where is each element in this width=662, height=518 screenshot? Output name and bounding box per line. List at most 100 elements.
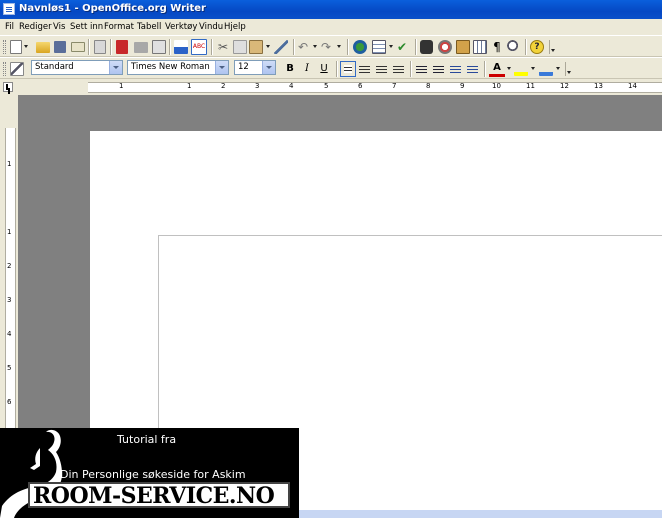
hyperlink-icon[interactable]: [353, 40, 367, 54]
ruler-number: 1: [7, 160, 12, 168]
horizontal-scrollbar[interactable]: [299, 510, 662, 518]
align-right-icon[interactable]: [376, 64, 387, 74]
title-bar[interactable]: Navnløs1 - OpenOffice.org Writer: [0, 0, 662, 19]
new-dropdown-arrow[interactable]: [24, 45, 28, 48]
menu-hjelp[interactable]: Hjelp: [224, 22, 246, 32]
font-color-dropdown-arrow[interactable]: [507, 67, 511, 70]
menu-fil[interactable]: Fil: [5, 22, 14, 32]
styles-formatting-icon[interactable]: [10, 62, 24, 76]
new-document-icon[interactable]: [10, 40, 22, 54]
table-icon[interactable]: [372, 40, 386, 54]
save-icon[interactable]: [54, 41, 66, 53]
toolbar-separator: [525, 39, 527, 55]
toolbar-separator: [336, 61, 338, 77]
align-left-button[interactable]: [340, 61, 356, 77]
paste-dropdown-arrow[interactable]: [266, 45, 270, 48]
open-icon[interactable]: [36, 42, 50, 53]
ruler-number: 7: [392, 82, 397, 90]
ruler-number: 1: [7, 228, 12, 236]
ruler-number: 4: [7, 330, 12, 338]
table-dropdown-arrow[interactable]: [389, 45, 393, 48]
toolbar-separator: [211, 39, 213, 55]
toolbar-separator: [410, 61, 412, 77]
ruler-number: 8: [426, 82, 431, 90]
menu-sett-inn[interactable]: Sett inn: [70, 22, 103, 32]
standard-toolbar: ABC ✂ ↶ ↷ ✔ ¶ ?: [0, 35, 662, 57]
undo-icon[interactable]: ↶: [298, 40, 312, 54]
redo-dropdown-arrow[interactable]: [337, 45, 341, 48]
window-title: Navnløs1 - OpenOffice.org Writer: [19, 3, 206, 14]
ruler-number: 4: [289, 82, 294, 90]
ruler-number: 3: [255, 82, 260, 90]
paragraph-style-combo[interactable]: Standard: [31, 60, 123, 75]
nonprinting-characters-icon[interactable]: ¶: [490, 40, 504, 54]
justify-icon[interactable]: [393, 64, 404, 74]
toolbar-separator: [293, 39, 295, 55]
help-icon[interactable]: ?: [530, 40, 544, 54]
italic-button[interactable]: I: [299, 61, 315, 77]
highlight-dropdown-arrow[interactable]: [531, 67, 535, 70]
toolbar-grip[interactable]: [3, 62, 6, 76]
font-name-combo[interactable]: Times New Roman: [127, 60, 229, 75]
brand-name: ROOM-SERVICE.NO: [33, 483, 275, 509]
find-replace-icon[interactable]: [420, 40, 433, 54]
menu-tabell[interactable]: Tabell: [137, 22, 161, 32]
align-center-icon[interactable]: [359, 64, 370, 74]
ruler-number: 14: [628, 82, 637, 90]
bold-button[interactable]: B: [282, 61, 298, 77]
menu-verktoy[interactable]: Verktøy: [165, 22, 197, 32]
bullets-icon[interactable]: [433, 64, 444, 74]
numbering-icon[interactable]: [416, 64, 427, 74]
formatting-toolbar: Standard Times New Roman 12 B I U A: [0, 57, 662, 79]
banner-tagline: Din Personlige søkeside for Askim: [60, 468, 246, 481]
toolbar-separator: [169, 39, 171, 55]
ruler-number: 2: [7, 262, 12, 270]
ruler-number: 5: [7, 364, 12, 372]
undo-dropdown-arrow[interactable]: [313, 45, 317, 48]
print-preview-icon[interactable]: [152, 40, 166, 54]
gallery-icon[interactable]: [456, 40, 470, 54]
menu-vindu[interactable]: Vindu: [199, 22, 223, 32]
zoom-icon[interactable]: [507, 40, 521, 54]
menu-rediger[interactable]: Rediger: [19, 22, 52, 32]
font-size-value: 12: [238, 62, 249, 72]
export-pdf-icon[interactable]: [116, 40, 128, 54]
navigator-icon[interactable]: [438, 40, 452, 54]
data-sources-icon[interactable]: [473, 40, 487, 54]
decrease-indent-icon[interactable]: [450, 64, 461, 74]
format-paintbrush-icon[interactable]: [274, 40, 288, 54]
font-color-icon[interactable]: A: [489, 61, 505, 77]
chevron-down-icon[interactable]: [109, 61, 122, 74]
ruler-number: 6: [7, 398, 12, 406]
cut-icon[interactable]: ✂: [216, 40, 230, 54]
toolbar-overflow-button[interactable]: [565, 62, 571, 76]
background-color-icon[interactable]: [539, 62, 553, 76]
chevron-down-icon[interactable]: [215, 61, 228, 74]
underline-button[interactable]: U: [316, 61, 332, 77]
tab-stop-selector[interactable]: [3, 82, 13, 92]
edit-file-icon[interactable]: [94, 40, 106, 54]
toolbar-separator: [347, 39, 349, 55]
toolbar-overflow-button[interactable]: [549, 40, 555, 54]
menu-vis[interactable]: Vis: [53, 22, 65, 32]
ruler-number: 1: [187, 82, 192, 90]
redo-icon[interactable]: ↷: [321, 40, 335, 54]
font-size-combo[interactable]: 12: [234, 60, 276, 75]
paste-icon[interactable]: [249, 40, 263, 54]
menu-format[interactable]: Format: [104, 22, 134, 32]
copy-icon[interactable]: [233, 40, 247, 54]
spellcheck-icon[interactable]: [174, 40, 188, 54]
autospellcheck-icon[interactable]: ABC: [191, 39, 207, 55]
increase-indent-icon[interactable]: [467, 64, 478, 74]
toolbar-separator: [484, 61, 486, 77]
background-color-dropdown-arrow[interactable]: [556, 67, 560, 70]
email-icon[interactable]: [71, 42, 85, 52]
print-icon[interactable]: [134, 42, 148, 53]
chevron-down-icon[interactable]: [262, 61, 275, 74]
toolbar-grip[interactable]: [3, 40, 6, 54]
highlight-icon[interactable]: [514, 62, 528, 76]
show-draw-functions-icon[interactable]: ✔: [397, 40, 411, 54]
ruler-strip[interactable]: 1 1 2 3 4 5 6 7 8 9 10 11 12 13 14: [88, 82, 662, 93]
horizontal-ruler[interactable]: 1 1 2 3 4 5 6 7 8 9 10 11 12 13 14: [0, 79, 662, 95]
menu-bar: Fil Rediger Vis Sett inn Format Tabell V…: [0, 19, 662, 35]
